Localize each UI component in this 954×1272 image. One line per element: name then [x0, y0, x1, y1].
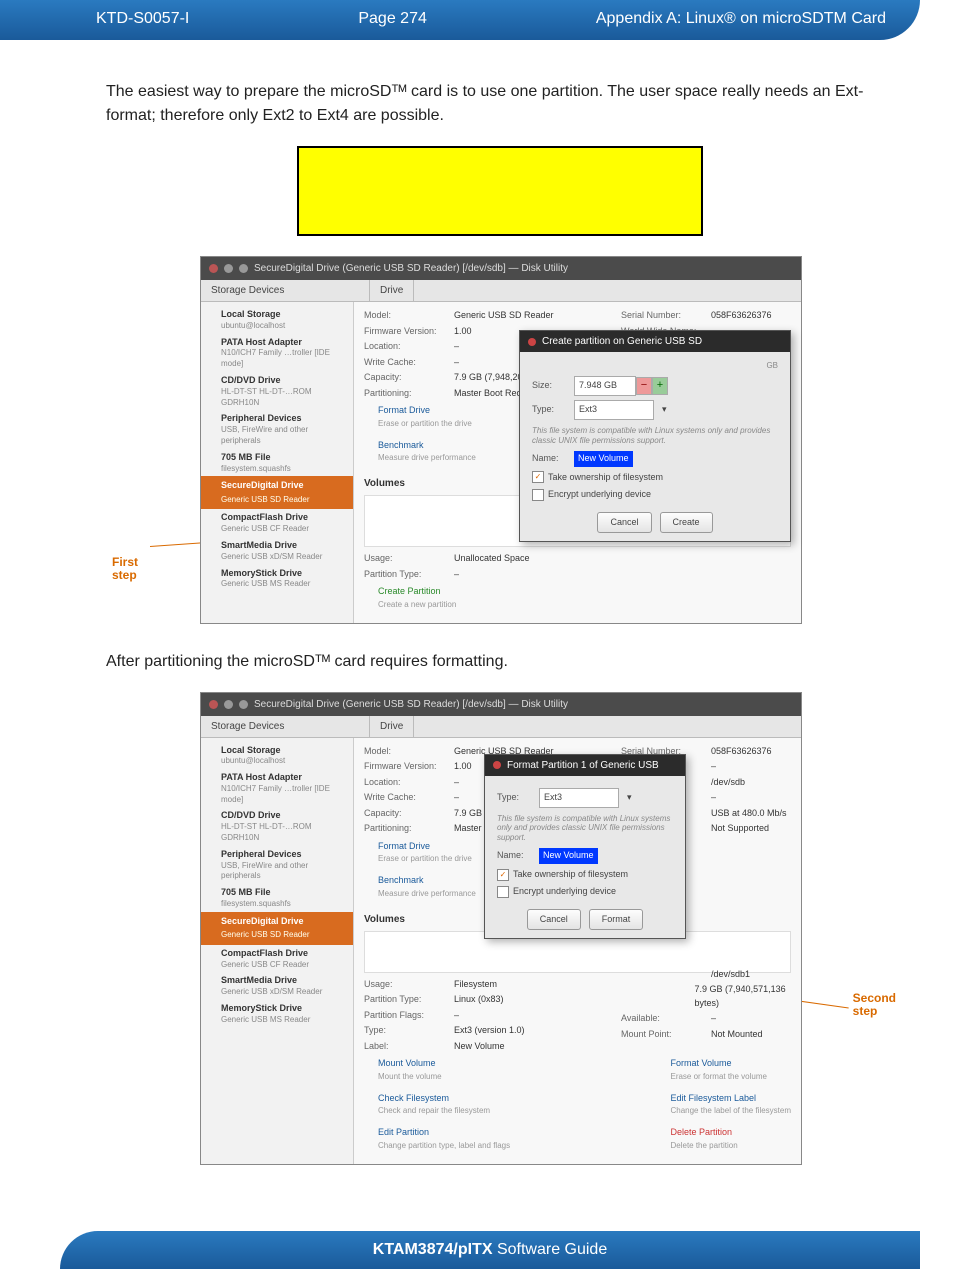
sidebar-item[interactable]: SecureDigital DriveGeneric USB SD Reader — [201, 476, 353, 509]
first-step-label: First step — [112, 556, 138, 582]
check-filesystem-action[interactable]: Check FilesystemCheck and repair the fil… — [364, 1089, 510, 1124]
create-partition-action[interactable]: Create PartitionCreate a new partition — [364, 582, 791, 617]
dialog-close-icon[interactable] — [493, 761, 501, 769]
mount-volume-action[interactable]: Mount VolumeMount the volume — [364, 1054, 510, 1089]
chevron-down-icon[interactable]: ▾ — [662, 403, 667, 417]
sidebar-item[interactable]: CompactFlash DriveGeneric USB CF Reader — [201, 509, 353, 537]
appendix-title: Appendix A: Linux® on microSDTM Card — [596, 10, 886, 28]
format-volume-action[interactable]: Format VolumeErase or format the volume — [656, 1054, 791, 1089]
format-button[interactable]: Format — [589, 909, 644, 931]
take-ownership-checkbox[interactable]: ✓Take ownership of filesystem — [497, 868, 673, 882]
page-footer: KTAM3874/pITX Software Guide — [60, 1231, 920, 1269]
type-select[interactable]: Ext3 — [574, 400, 654, 420]
sidebar-item[interactable]: Local Storageubuntu@localhost — [201, 306, 353, 334]
sidebar-item[interactable]: SecureDigital DriveGeneric USB SD Reader — [201, 912, 353, 945]
tab-storage-devices: Storage Devices — [201, 280, 370, 301]
type-select[interactable]: Ext3 — [539, 788, 619, 808]
cancel-button[interactable]: Cancel — [527, 909, 581, 931]
page-header: KTD-S0057-I Page 274 Appendix A: Linux® … — [0, 0, 920, 40]
close-icon[interactable] — [209, 264, 218, 273]
size-spinner[interactable]: 7.948 GB − + — [574, 376, 668, 396]
fs-hint: This file system is compatible with Linu… — [497, 814, 673, 843]
minus-icon[interactable]: − — [636, 377, 652, 395]
sidebar-item[interactable]: 705 MB Filefilesystem.squashfs — [201, 449, 353, 477]
tab-storage-devices: Storage Devices — [201, 716, 370, 737]
plus-icon[interactable]: + — [652, 377, 668, 395]
screenshot-2: SecureDigital Drive (Generic USB SD Read… — [200, 692, 802, 1165]
create-partition-dialog: Create partition on Generic USB SD GB Si… — [519, 330, 791, 542]
min-icon[interactable] — [224, 700, 233, 709]
fs-hint: This file system is compatible with Linu… — [532, 426, 778, 445]
doc-id: KTD-S0057-I — [96, 10, 189, 28]
create-button[interactable]: Create — [660, 512, 713, 534]
encrypt-checkbox[interactable]: Encrypt underlying device — [532, 488, 778, 502]
paragraph-1: The easiest way to prepare the microSDᵀᴹ… — [106, 80, 894, 128]
tab-drive: Drive — [370, 716, 414, 737]
format-partition-dialog: Format Partition 1 of Generic USB Type: … — [484, 754, 686, 940]
sidebar-item[interactable]: Peripheral DevicesUSB, FireWire and othe… — [201, 410, 353, 448]
sidebar-item[interactable]: CompactFlash DriveGeneric USB CF Reader — [201, 945, 353, 973]
sidebar-item[interactable]: Peripheral DevicesUSB, FireWire and othe… — [201, 846, 353, 884]
window-titlebar: SecureDigital Drive (Generic USB SD Read… — [201, 257, 801, 280]
min-icon[interactable] — [224, 264, 233, 273]
name-input[interactable]: New Volume — [574, 451, 633, 467]
second-step-label: Second step — [853, 992, 896, 1018]
sidebar-item[interactable]: CD/DVD DriveHL-DT-ST HL-DT-…ROM GDRH10N — [201, 372, 353, 410]
sidebar-item[interactable]: Local Storageubuntu@localhost — [201, 742, 353, 770]
sidebar-item[interactable]: SmartMedia DriveGeneric USB xD/SM Reader — [201, 972, 353, 1000]
name-input[interactable]: New Volume — [539, 848, 598, 864]
delete-partition-action[interactable]: Delete PartitionDelete the partition — [656, 1123, 791, 1158]
cancel-button[interactable]: Cancel — [597, 512, 651, 534]
sidebar-item[interactable]: CD/DVD DriveHL-DT-ST HL-DT-…ROM GDRH10N — [201, 807, 353, 845]
take-ownership-checkbox[interactable]: ✓Take ownership of filesystem — [532, 471, 778, 485]
tab-row: Storage Devices Drive — [201, 280, 801, 302]
tab-drive: Drive — [370, 280, 414, 301]
sidebar-item[interactable]: MemoryStick DriveGeneric USB MS Reader — [201, 1000, 353, 1028]
sidebar-item[interactable]: MemoryStick DriveGeneric USB MS Reader — [201, 565, 353, 593]
storage-devices-sidebar: Local Storageubuntu@localhostPATA Host A… — [201, 738, 354, 1164]
page-number: Page 274 — [358, 10, 427, 28]
window-titlebar: SecureDigital Drive (Generic USB SD Read… — [201, 693, 801, 716]
sidebar-item[interactable]: SmartMedia DriveGeneric USB xD/SM Reader — [201, 537, 353, 565]
drive-pane: Model:Generic USB SD Reader Firmware Ver… — [354, 738, 801, 1164]
edit-label-action[interactable]: Edit Filesystem LabelChange the label of… — [656, 1089, 791, 1124]
dialog-titlebar: Create partition on Generic USB SD — [520, 331, 790, 352]
yellow-placeholder — [297, 146, 703, 236]
sidebar-item[interactable]: PATA Host AdapterN10/ICH7 Family …trolle… — [201, 334, 353, 372]
tab-row: Storage Devices Drive — [201, 716, 801, 738]
chevron-down-icon[interactable]: ▾ — [627, 791, 632, 805]
storage-devices-sidebar: Local Storageubuntu@localhostPATA Host A… — [201, 302, 354, 623]
dialog-close-icon[interactable] — [528, 338, 536, 346]
drive-pane: Model:Generic USB SD Reader Firmware Ver… — [354, 302, 801, 623]
max-icon[interactable] — [239, 264, 248, 273]
encrypt-checkbox[interactable]: Encrypt underlying device — [497, 885, 673, 899]
max-icon[interactable] — [239, 700, 248, 709]
dialog-titlebar: Format Partition 1 of Generic USB — [485, 755, 685, 776]
edit-partition-action[interactable]: Edit PartitionChange partition type, lab… — [364, 1123, 510, 1158]
paragraph-2: After partitioning the microSDᵀᴹ card re… — [106, 650, 894, 674]
screenshot-1: SecureDigital Drive (Generic USB SD Read… — [200, 256, 802, 624]
close-icon[interactable] — [209, 700, 218, 709]
sidebar-item[interactable]: 705 MB Filefilesystem.squashfs — [201, 884, 353, 912]
sidebar-item[interactable]: PATA Host AdapterN10/ICH7 Family …trolle… — [201, 769, 353, 807]
